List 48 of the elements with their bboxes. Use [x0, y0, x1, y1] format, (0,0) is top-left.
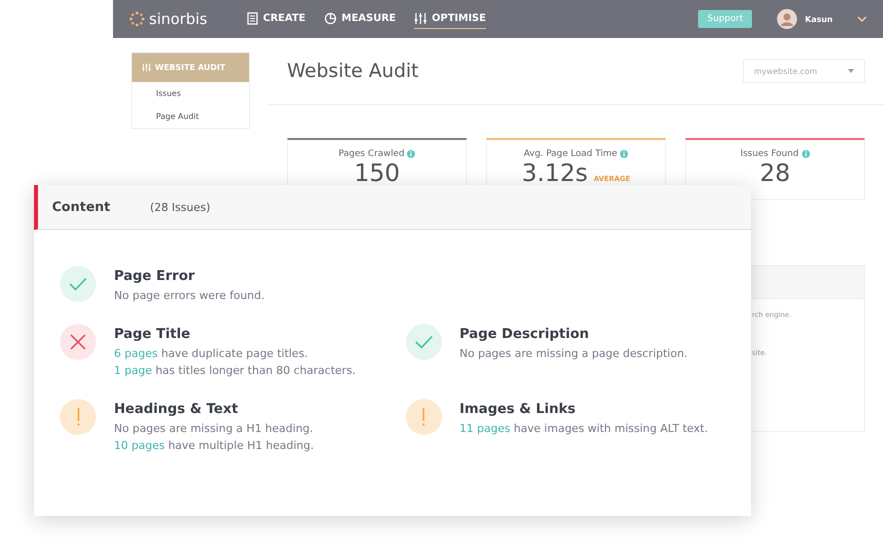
pages-link[interactable]: 1 page — [114, 364, 152, 377]
pages-link[interactable]: 10 pages — [114, 439, 165, 452]
issue-title: Images & Links — [460, 401, 577, 417]
issue-count: (28 Issues) — [150, 200, 210, 214]
sidebar-item[interactable]: Issues — [132, 82, 249, 105]
issue-description: 1 page has titles longer than 80 characters. — [114, 364, 356, 377]
chevron-down-icon[interactable] — [857, 16, 867, 22]
issue-title: Page Title — [114, 326, 192, 342]
issue-description: 10 pages have multiple H1 heading. — [114, 439, 314, 452]
info-icon — [620, 150, 628, 158]
avatar[interactable] — [777, 9, 797, 29]
issue-description: 11 pages have images with missing ALT text. — [460, 422, 708, 435]
issue-title: Page Description — [460, 326, 590, 342]
stat-label: Issues Found — [740, 149, 799, 159]
info-icon — [802, 150, 810, 158]
issue-description: 6 pages have duplicate page titles. — [114, 347, 309, 360]
caret-icon — [848, 69, 854, 73]
check-icon — [69, 277, 87, 291]
stat-label: Pages Crawled — [338, 149, 404, 159]
issue-description: No pages are missing a H1 heading. — [114, 422, 314, 435]
stat-value: 150 — [354, 159, 400, 187]
pages-link[interactable]: 11 pages — [460, 422, 510, 435]
exclamation-icon — [422, 408, 425, 426]
pie-chart-icon — [324, 12, 336, 25]
sliders-icon — [142, 63, 151, 72]
cross-icon — [70, 334, 86, 350]
check-icon — [414, 335, 432, 349]
nav-tab[interactable]: OPTIMISE — [414, 9, 486, 29]
logo-icon — [129, 11, 145, 27]
info-icon — [407, 150, 416, 158]
issue-description: No pages are missing a page description. — [460, 347, 688, 360]
nav-tab[interactable]: CREATE — [247, 9, 306, 29]
issue-title: Headings & Text — [114, 401, 240, 417]
logo-text[interactable]: sinorbis — [149, 10, 208, 28]
nav-tab[interactable]: MEASURE — [324, 9, 396, 29]
page-title: Website Audit — [287, 60, 419, 82]
sliders-icon — [414, 12, 427, 25]
user-name[interactable]: Kasun — [805, 14, 833, 24]
stat-label: Avg. Page Load Time — [524, 149, 618, 159]
issue-description: No page errors were found. — [114, 289, 265, 302]
issue-title: Page Error — [114, 268, 196, 284]
stat-value: 28 — [760, 159, 790, 187]
sidebar-item[interactable]: Page Audit — [132, 105, 249, 128]
card-title: Content — [52, 200, 112, 214]
stat-value: 3.12s — [522, 159, 588, 187]
pages-link[interactable]: 6 pages — [114, 347, 158, 360]
exclamation-icon — [76, 408, 80, 426]
document-icon — [247, 12, 258, 25]
